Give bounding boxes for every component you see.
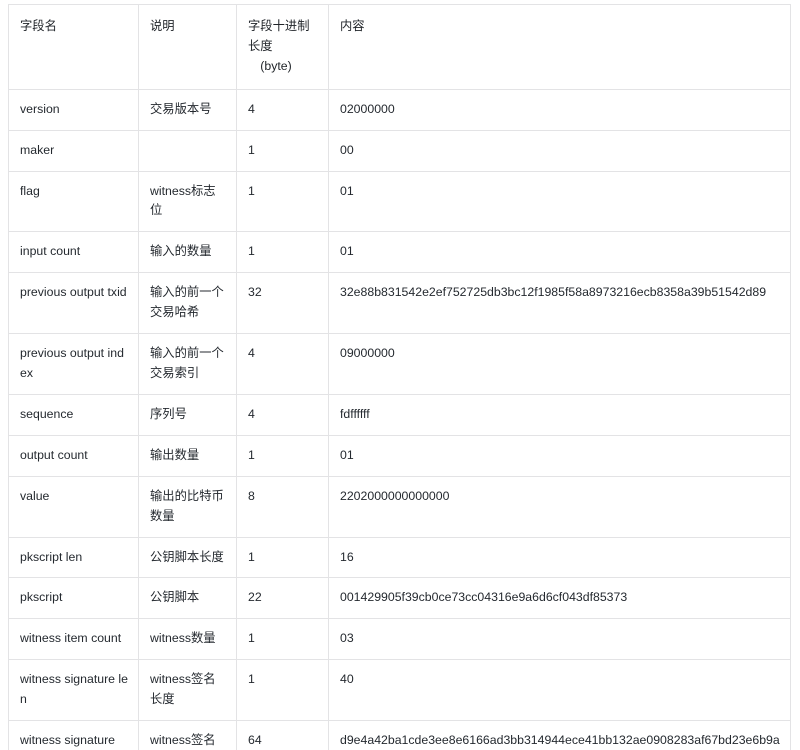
field-description-cell: 输出的比特币数量 [138, 476, 237, 538]
spec-table-page: 字段名 说明 字段十进制长度 (byte) 内容 version 交易版本号 4 02… [0, 0, 800, 750]
field-length-cell: 1 [236, 659, 329, 722]
field-value-cell: 00 [328, 130, 791, 172]
field-name-cell: sequence [8, 394, 139, 436]
field-length-cell: 4 [236, 89, 329, 131]
field-length-cell: 1 [236, 435, 329, 477]
field-description-cell: witness签名 [138, 720, 237, 750]
table-row: version 交易版本号 4 02000000 [8, 89, 791, 131]
field-description-cell: witness签名长度 [138, 659, 237, 722]
table-row: pkscript 公钥脚本 22 001429905f39cb0ce73cc04316… [8, 577, 791, 620]
field-value-cell: 16 [328, 537, 791, 579]
field-value-cell: 32e88b831542e2ef752725db3bc12f1985f58a89… [328, 272, 791, 335]
field-name-cell: witness signature len [8, 659, 139, 722]
field-value-cell: 01 [328, 435, 791, 477]
field-name-cell: value [8, 476, 139, 538]
field-length-cell: 4 [236, 333, 329, 395]
field-length-cell: 1 [236, 231, 329, 274]
field-name-cell: witness signature [8, 720, 139, 750]
field-value-cell: d9e4a42ba1cde3ee8e6166ad3bb314944ece41bb… [328, 720, 791, 750]
field-name-cell: maker [8, 130, 139, 172]
field-description-cell [138, 130, 237, 172]
field-length-cell: 1 [236, 130, 329, 172]
field-name-cell: input count [8, 231, 139, 274]
table-row: previous output index 输入的前一个交易索引 4 09000000 [8, 333, 791, 395]
table-row: output count 输出数量 1 01 [8, 435, 791, 477]
field-description-cell: 公钥脚本长度 [138, 537, 237, 579]
field-name-cell: flag [8, 171, 139, 233]
transaction-field-table: 字段名 说明 字段十进制长度 (byte) 内容 version 交易版本号 4 02… [8, 4, 791, 750]
table-row: maker 1 00 [8, 130, 791, 172]
field-length-cell: 22 [236, 577, 329, 620]
table-row: previous output txid 输入的前一个交易哈希 32 32e88b83… [8, 272, 791, 335]
field-length-cell: 8 [236, 476, 329, 538]
column-header-length-unit: (byte) [260, 58, 292, 73]
field-name-cell: output count [8, 435, 139, 477]
field-description-cell: witness数量 [138, 618, 237, 661]
field-description-cell: 公钥脚本 [138, 577, 237, 620]
field-value-cell: 2202000000000000 [328, 476, 791, 538]
field-description-cell: witness标志位 [138, 171, 237, 233]
field-name-cell: previous output txid [8, 272, 139, 335]
field-length-cell: 4 [236, 394, 329, 436]
field-value-cell: fdffffff [328, 394, 791, 436]
table-row: pkscript len 公钥脚本长度 1 16 [8, 537, 791, 579]
field-name-cell: pkscript len [8, 537, 139, 579]
table-body: version 交易版本号 4 02000000 maker 1 00 flag witness… [8, 89, 791, 750]
column-header-length-line1: 字段十进制长度 [248, 19, 310, 53]
field-length-cell: 1 [236, 618, 329, 661]
table-row: sequence 序列号 4 fdffffff [8, 394, 791, 436]
field-description-cell: 输入的前一个交易索引 [138, 333, 237, 395]
field-description-cell: 输出数量 [138, 435, 237, 477]
field-description-cell: 输入的数量 [138, 231, 237, 274]
table-row: value 输出的比特币数量 8 2202000000000000 [8, 476, 791, 538]
field-length-cell: 64 [236, 720, 329, 750]
column-header-value: 内容 [328, 4, 791, 90]
table-row: witness item count witness数量 1 03 [8, 618, 791, 661]
field-length-cell: 1 [236, 171, 329, 233]
field-length-cell: 1 [236, 537, 329, 579]
table-row: witness signature witness签名 64 d9e4a42ba1cd… [8, 720, 791, 750]
column-header-field: 字段名 [8, 4, 139, 90]
field-value-cell: 09000000 [328, 333, 791, 395]
field-name-cell: witness item count [8, 618, 139, 661]
table-header-row: 字段名 说明 字段十进制长度 (byte) 内容 [8, 4, 791, 90]
field-description-cell: 交易版本号 [138, 89, 237, 131]
field-value-cell: 01 [328, 171, 791, 233]
field-description-cell: 输入的前一个交易哈希 [138, 272, 237, 335]
field-name-cell: previous output index [8, 333, 139, 395]
field-value-cell: 001429905f39cb0ce73cc04316e9a6d6cf043df8… [328, 577, 791, 620]
table-row: flag witness标志位 1 01 [8, 171, 791, 233]
field-value-cell: 01 [328, 231, 791, 274]
column-header-description: 说明 [138, 4, 237, 90]
field-name-cell: pkscript [8, 577, 139, 620]
field-value-cell: 02000000 [328, 89, 791, 131]
field-description-cell: 序列号 [138, 394, 237, 436]
field-name-cell: version [8, 89, 139, 131]
column-header-length: 字段十进制长度 (byte) [236, 4, 329, 90]
table-row: witness signature len witness签名长度 1 40 [8, 659, 791, 722]
field-length-cell: 32 [236, 272, 329, 335]
field-value-cell: 40 [328, 659, 791, 722]
field-value-cell: 03 [328, 618, 791, 661]
table-header: 字段名 说明 字段十进制长度 (byte) 内容 [8, 4, 791, 90]
table-row: input count 输入的数量 1 01 [8, 231, 791, 274]
